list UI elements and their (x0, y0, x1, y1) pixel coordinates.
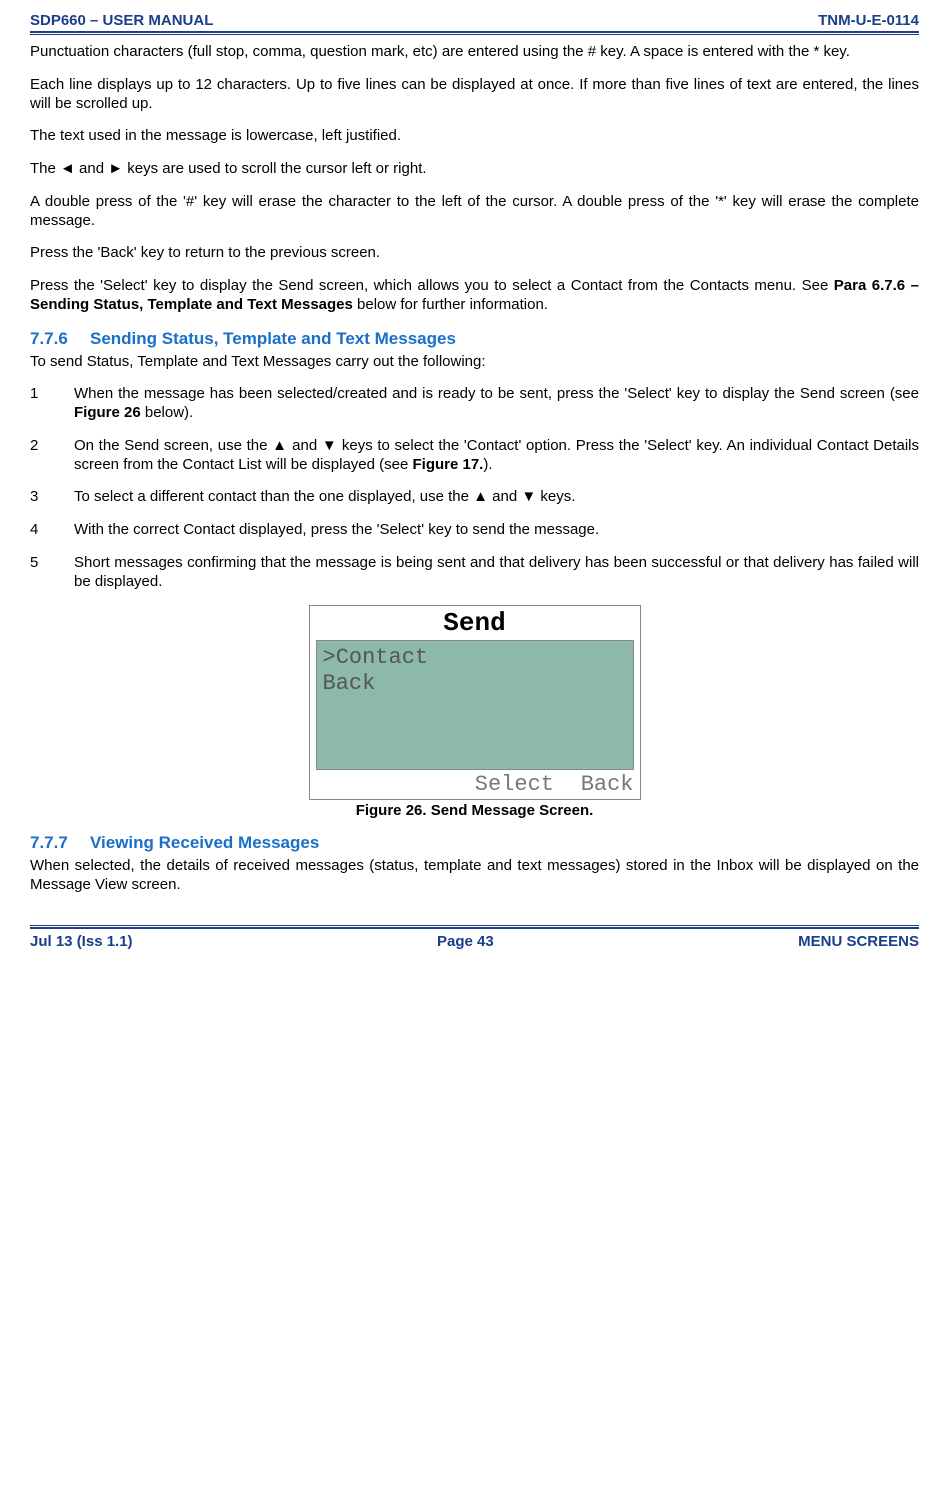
heading-776-title: Sending Status, Template and Text Messag… (90, 329, 456, 348)
li-text-bold: Figure 17. (413, 456, 484, 473)
list-item: 5 Short messages confirming that the mes… (30, 554, 919, 592)
doc-footer-right: MENU SCREENS (798, 933, 919, 950)
li-text-pre: With the correct Contact displayed, pres… (74, 521, 599, 538)
li-text-post: ). (483, 456, 492, 473)
doc-header-right: TNM-U-E-0114 (818, 12, 919, 29)
list-item: 1 When the message has been selected/cre… (30, 385, 919, 423)
list-item-num: 2 (30, 437, 74, 475)
list-item-num: 3 (30, 488, 74, 507)
footer-rule (30, 925, 919, 929)
doc-footer-center: Page 43 (437, 933, 494, 950)
para-selectkey-post: below for further information. (353, 296, 548, 313)
sec777-para: When selected, the details of received m… (30, 857, 919, 895)
li-text-bold: Figure 26 (74, 404, 141, 421)
li-text-pre: To select a different contact than the o… (74, 488, 575, 505)
heading-777-num: 7.7.7 (30, 833, 90, 853)
figure-26-caption: Figure 26. Send Message Screen. (30, 802, 919, 819)
header-rule (30, 31, 919, 35)
list-item-num: 4 (30, 521, 74, 540)
lcd-line-back: Back (323, 671, 627, 696)
lcd-softkeys: Select Back (310, 772, 640, 799)
list-item-num: 5 (30, 554, 74, 592)
para-selectkey-pre: Press the 'Select' key to display the Se… (30, 277, 834, 294)
lcd-line-contact: >Contact (323, 645, 627, 670)
para-backkey: Press the 'Back' key to return to the pr… (30, 244, 919, 263)
softkey-left (316, 772, 449, 797)
lcd-line1-text: >Contact (323, 645, 429, 670)
para-erase: A double press of the '#' key will erase… (30, 193, 919, 231)
lcd-screen: Send >Contact Back Select Back (309, 605, 641, 800)
softkey-right: Back (581, 772, 634, 797)
softkey-center: Select (448, 772, 581, 797)
li-text-post: below). (141, 404, 194, 421)
heading-777: 7.7.7Viewing Received Messages (30, 833, 919, 853)
list-item: 3 To select a different contact than the… (30, 488, 919, 507)
doc-header-left: SDP660 – USER MANUAL (30, 12, 213, 29)
list-item-text: Short messages confirming that the messa… (74, 554, 919, 592)
sec776-intro: To send Status, Template and Text Messag… (30, 353, 919, 372)
li-text-pre: When the message has been selected/creat… (74, 385, 919, 402)
lcd-body: >Contact Back (316, 640, 634, 770)
li-text-pre: Short messages confirming that the messa… (74, 554, 919, 590)
list-item: 4 With the correct Contact displayed, pr… (30, 521, 919, 540)
list-item-num: 1 (30, 385, 74, 423)
heading-777-title: Viewing Received Messages (90, 833, 319, 852)
para-linelimit: Each line displays up to 12 characters. … (30, 76, 919, 114)
heading-776: 7.7.6Sending Status, Template and Text M… (30, 329, 919, 349)
heading-776-num: 7.7.6 (30, 329, 90, 349)
doc-footer-left: Jul 13 (Iss 1.1) (30, 933, 133, 950)
para-selectkey: Press the 'Select' key to display the Se… (30, 277, 919, 315)
list-item: 2 On the Send screen, use the ▲ and ▼ ke… (30, 437, 919, 475)
list-item-text: To select a different contact than the o… (74, 488, 919, 507)
para-lowercase: The text used in the message is lowercas… (30, 127, 919, 146)
lcd-title: Send (310, 606, 640, 638)
figure-26: Send >Contact Back Select Back Figure 26… (30, 605, 919, 819)
list-item-text: When the message has been selected/creat… (74, 385, 919, 423)
list-item-text: On the Send screen, use the ▲ and ▼ keys… (74, 437, 919, 475)
para-punctuation: Punctuation characters (full stop, comma… (30, 43, 919, 62)
para-scrollkeys: The ◄ and ► keys are used to scroll the … (30, 160, 919, 179)
li-text-pre: On the Send screen, use the ▲ and ▼ keys… (74, 437, 919, 473)
list-item-text: With the correct Contact displayed, pres… (74, 521, 919, 540)
sec776-list: 1 When the message has been selected/cre… (30, 385, 919, 591)
